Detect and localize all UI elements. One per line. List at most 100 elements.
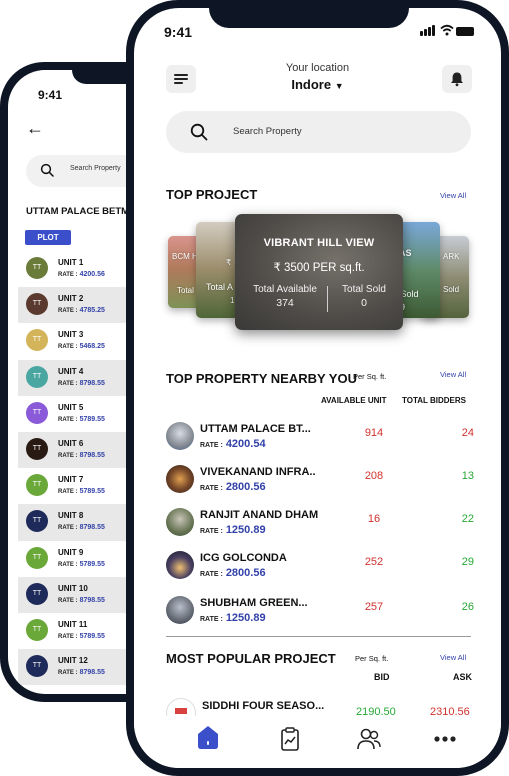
unit-rate: RATE :8798.55 xyxy=(58,669,105,676)
unit-name: UNIT 10 xyxy=(58,583,88,593)
wifi-icon xyxy=(440,24,454,36)
view-all-top-project-link[interactable]: View All xyxy=(440,191,466,200)
available-units: 914 xyxy=(364,427,384,439)
property-thumbnail xyxy=(166,465,194,493)
unit-name: UNIT 6 xyxy=(58,438,84,448)
rate-label: RATE : xyxy=(200,528,223,535)
clipboard-chart-icon[interactable] xyxy=(277,726,303,752)
property-rate: RATE :2800.56 xyxy=(200,567,266,579)
rate-value: 8798.55 xyxy=(79,669,105,677)
property-row[interactable]: UTTAM PALACE BT... RATE :4200.54 914 24 xyxy=(166,422,476,466)
featured-project-name: VIBRANT HILL VIEW xyxy=(263,237,375,249)
avatar: TT xyxy=(26,257,48,279)
rate-label: RATE : xyxy=(58,597,78,604)
total-sold-value: 0 xyxy=(361,297,367,309)
per-sqft-label: Per Sq. ft. xyxy=(355,654,389,663)
search-placeholder: Search Property xyxy=(233,126,302,137)
notification-button[interactable] xyxy=(442,65,472,93)
rate-value: 4200.54 xyxy=(225,438,266,450)
rate-value: 5468.25 xyxy=(79,343,105,351)
front-phone-notch xyxy=(209,0,409,28)
rate-label: RATE : xyxy=(200,442,223,449)
avatar: TT xyxy=(26,582,48,605)
rate-value: 4200.56 xyxy=(79,271,105,278)
divider xyxy=(327,286,328,312)
users-icon[interactable] xyxy=(356,726,382,752)
unit-rate: RATE :4200.56 xyxy=(58,271,105,278)
total-bidders: 13 xyxy=(461,470,474,482)
more-dots-icon[interactable] xyxy=(432,726,458,752)
property-thumbnail xyxy=(166,551,194,579)
rate-label: RATE : xyxy=(58,308,78,315)
rate-label: RATE : xyxy=(200,571,223,578)
unit-name: UNIT 3 xyxy=(58,330,84,340)
property-thumbnail xyxy=(166,422,194,450)
unit-rate: RATE :4785.25 xyxy=(58,307,105,314)
per-sqft-label: Per Sq. ft. xyxy=(353,372,387,381)
rate-label: RATE : xyxy=(58,561,78,568)
property-row[interactable]: RANJIT ANAND DHAM RATE :1250.89 16 22 xyxy=(166,508,476,552)
rate-value: 8798.55 xyxy=(79,451,105,459)
column-header-available: AVAILABLE UNIT xyxy=(321,396,387,405)
avatar: TT xyxy=(26,293,48,316)
status-icons xyxy=(420,24,474,38)
rate-value: 8798.55 xyxy=(79,524,105,532)
property-thumbnail xyxy=(166,508,194,536)
battery-icon xyxy=(456,27,474,36)
card-value: 1 xyxy=(230,296,235,305)
property-row[interactable]: VIVEKANAND INFRA.. RATE :2800.56 208 13 xyxy=(166,465,476,509)
tab-plot[interactable]: PLOT xyxy=(25,230,71,245)
total-available-label: Total Available xyxy=(253,284,317,295)
property-row[interactable]: ICG GOLCONDA RATE :2800.56 252 29 xyxy=(166,551,476,595)
card-label: Total xyxy=(177,286,194,295)
city-name: Indore xyxy=(291,77,332,92)
avatar: TT xyxy=(26,655,48,678)
rate-label: RATE : xyxy=(200,616,223,623)
rate-label: RATE : xyxy=(58,489,78,496)
hamburger-icon xyxy=(174,74,188,76)
unit-name: UNIT 5 xyxy=(58,402,84,412)
unit-name: UNIT 7 xyxy=(58,475,84,485)
unit-rate: RATE :5468.25 xyxy=(58,343,105,350)
rate-label: RATE : xyxy=(58,416,78,423)
available-units: 252 xyxy=(364,556,384,568)
rate-label: RATE : xyxy=(200,485,223,492)
property-name: SHUBHAM GREEN... xyxy=(200,597,308,609)
app-showcase: 9:41 ← Search Property UTTAM PALACE BETM… xyxy=(0,0,509,776)
home-icon[interactable] xyxy=(196,724,220,750)
avatar: TT xyxy=(26,510,48,533)
unit-name: UNIT 8 xyxy=(58,511,84,521)
avatar: TT xyxy=(26,329,48,352)
featured-project-card[interactable]: VIBRANT HILL VIEW ₹ 3500 PER sq.ft. Tota… xyxy=(235,214,403,330)
unit-rate: RATE :5789.55 xyxy=(58,561,105,568)
unit-name: UNIT 1 xyxy=(58,258,84,267)
rate-label: RATE : xyxy=(58,380,78,387)
avatar: TT xyxy=(26,365,48,388)
popular-project-name[interactable]: SIDDHI FOUR SEASO... xyxy=(202,700,324,712)
status-time: 9:41 xyxy=(164,24,193,40)
front-phone-screen: 9:41 Your location Indore ▼ Search Prope… xyxy=(134,8,501,768)
unit-rate: RATE :5789.55 xyxy=(58,416,105,423)
search-bar[interactable]: Search Property xyxy=(166,111,471,153)
total-bidders: 24 xyxy=(461,427,474,439)
view-all-popular-link[interactable]: View All xyxy=(440,653,466,662)
column-header-ask: ASK xyxy=(453,672,473,682)
view-all-nearby-link[interactable]: View All xyxy=(440,370,466,379)
rate-value: 8798.55 xyxy=(79,379,105,387)
column-header-bidders: TOTAL BIDDERS xyxy=(402,396,467,405)
rate-value: 5789.55 xyxy=(79,488,105,496)
column-header-bid: BID xyxy=(374,672,390,682)
property-row[interactable]: SHUBHAM GREEN... RATE :1250.89 257 26 xyxy=(166,596,476,640)
rate-label: RATE : xyxy=(58,344,78,351)
rate-value: 5789.55 xyxy=(79,560,105,568)
avatar: TT xyxy=(26,401,48,424)
back-arrow-icon[interactable]: ← xyxy=(26,118,44,139)
unit-rate: RATE :5789.55 xyxy=(58,633,105,640)
property-rate: RATE :2800.56 xyxy=(200,481,266,493)
rate-value: 5789.55 xyxy=(79,632,105,640)
featured-project-price: ₹ 3500 PER sq.ft. xyxy=(273,262,365,274)
avatar: TT xyxy=(26,546,48,569)
total-bidders: 29 xyxy=(461,556,474,568)
rate-value: 1250.89 xyxy=(225,524,266,536)
bell-icon xyxy=(451,72,463,87)
